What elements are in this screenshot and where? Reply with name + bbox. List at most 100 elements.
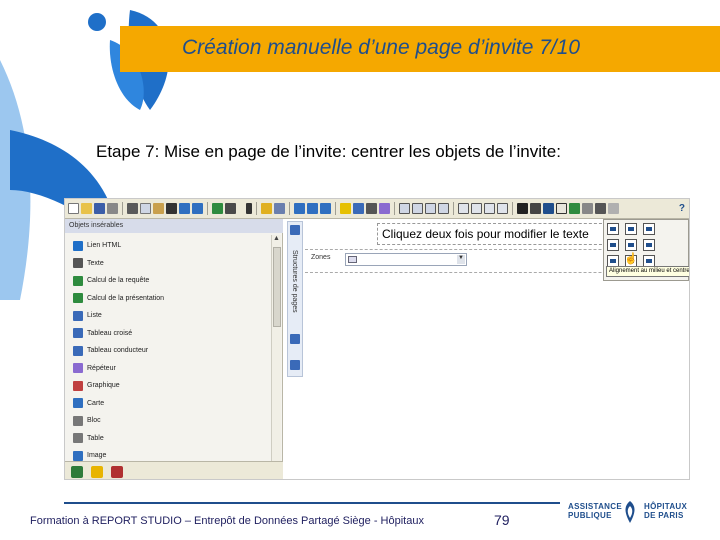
panel-item-label: Lien HTML [87, 242, 122, 250]
panel-item[interactable]: Table [65, 430, 271, 448]
insert-col-icon[interactable] [471, 203, 482, 214]
align-option-icon[interactable] [607, 223, 619, 235]
align-option-icon[interactable] [625, 223, 637, 235]
cut-icon[interactable] [127, 203, 138, 214]
panel-item[interactable]: Tableau conducteur [65, 342, 271, 360]
page-structure-label: Structures de pages [291, 250, 298, 313]
help-icon[interactable]: ? [679, 203, 685, 214]
cursor-icon[interactable] [246, 203, 252, 214]
panel-item[interactable]: Bloc [65, 412, 271, 430]
toolbox-tab-icon[interactable] [91, 465, 103, 478]
panel-item-label: Tableau croisé [87, 329, 133, 337]
scroll-up-icon[interactable]: ▲ [273, 235, 280, 242]
page-number: 79 [494, 512, 510, 528]
driver-table-icon [73, 345, 83, 356]
panel-item[interactable]: Calcul de la présentation [65, 290, 271, 308]
font-icon[interactable] [543, 203, 554, 214]
undo-icon[interactable] [179, 203, 190, 214]
new-icon[interactable] [68, 203, 79, 214]
query-calc-icon [73, 275, 83, 286]
aphp-left-line1: ASSISTANCE [568, 502, 622, 511]
header-icon[interactable] [438, 203, 449, 214]
open-icon[interactable] [81, 203, 92, 214]
aphp-right-text: HÔPITAUX DE PARIS [644, 502, 687, 520]
split-icon[interactable] [497, 203, 508, 214]
arrow-up-icon[interactable] [320, 203, 331, 214]
save-icon[interactable] [94, 203, 105, 214]
pivot-icon[interactable] [425, 203, 436, 214]
repeater-icon [73, 363, 83, 374]
step-description: Etape 7: Mise en page de l’invite: centr… [96, 142, 561, 161]
section-icon[interactable] [412, 203, 423, 214]
sort-icon[interactable] [353, 203, 364, 214]
lock-icon[interactable] [261, 203, 272, 214]
structure-bottom-icon[interactable] [290, 334, 300, 344]
page-structure-strip[interactable]: Structures de pages [287, 221, 303, 377]
arrow-right-icon[interactable] [307, 203, 318, 214]
prompt-label: Zones [311, 254, 331, 261]
toolbar-separator [289, 202, 290, 215]
panel-item[interactable]: Calcul de la requête [65, 272, 271, 290]
toolbar-separator [207, 202, 208, 215]
alignment-popup: ☝ Alignement au milieu et centre [603, 219, 689, 281]
align-option-icon[interactable] [607, 239, 619, 251]
aphp-right-line2: DE PARIS [644, 511, 684, 520]
align-option-icon[interactable] [643, 223, 655, 235]
padding-icon[interactable] [582, 203, 593, 214]
filter-icon[interactable] [340, 203, 351, 214]
toolbar-separator [453, 202, 454, 215]
sum-icon[interactable] [366, 203, 377, 214]
group-icon[interactable] [399, 203, 410, 214]
prompt-control[interactable]: ▼ [345, 253, 467, 266]
map-icon [73, 398, 83, 409]
panel-item-label: Répéteur [87, 364, 116, 372]
panel-item[interactable]: Liste [65, 307, 271, 325]
copy-icon[interactable] [140, 203, 151, 214]
paste-icon[interactable] [153, 203, 164, 214]
structure-top-icon[interactable] [290, 225, 300, 235]
panel-item-label: Liste [87, 312, 102, 320]
panel-item[interactable]: Graphique [65, 377, 271, 395]
calc-icon[interactable] [379, 203, 390, 214]
grid-icon[interactable] [274, 203, 285, 214]
merge-icon[interactable] [484, 203, 495, 214]
structure-extra-icon[interactable] [290, 360, 300, 370]
align-option-icon[interactable] [625, 239, 637, 251]
print-icon[interactable] [107, 203, 118, 214]
panel-item-label: Calcul de la requête [87, 277, 150, 285]
table-icon [73, 433, 83, 444]
bold-icon[interactable] [517, 203, 528, 214]
color-icon[interactable] [569, 203, 580, 214]
panel-item[interactable]: Répéteur [65, 360, 271, 378]
scroll-thumb[interactable] [273, 247, 281, 327]
background-icon[interactable] [608, 203, 619, 214]
align-option-icon[interactable] [643, 239, 655, 251]
source-tab-icon[interactable] [71, 465, 83, 478]
text-icon [73, 258, 83, 269]
panel-scrollbar[interactable]: ▲ ▼ [271, 235, 281, 477]
crosstab-icon [73, 328, 83, 339]
insert-row-icon[interactable] [458, 203, 469, 214]
arrow-left-icon[interactable] [294, 203, 305, 214]
panel-item[interactable]: Lien HTML [65, 237, 271, 255]
view-icon[interactable] [225, 203, 236, 214]
panel-item-label: Image [87, 452, 107, 460]
dropdown-arrow-icon[interactable] [238, 203, 244, 214]
panel-item-label: Carte [87, 399, 105, 407]
delete-icon[interactable] [166, 203, 177, 214]
run-report-icon[interactable] [212, 203, 223, 214]
redo-icon[interactable] [192, 203, 203, 214]
prompt-dropdown-icon[interactable]: ▼ [457, 255, 465, 264]
border-icon[interactable] [595, 203, 606, 214]
aphp-logo: ASSISTANCE PUBLIQUE HÔPITAUX DE PARIS [568, 498, 704, 528]
aphp-left-text: ASSISTANCE PUBLIQUE [568, 502, 622, 520]
panel-item[interactable]: Tableau croisé [65, 325, 271, 343]
footer-text: Formation à REPORT STUDIO – Entrepôt de … [30, 515, 424, 527]
panel-item-label: Bloc [87, 417, 101, 425]
data-items-tab-icon[interactable] [111, 465, 123, 478]
panel-item[interactable]: Carte [65, 395, 271, 413]
editable-text-block[interactable]: Cliquez deux fois pour modifier le texte [377, 223, 607, 245]
italic-icon[interactable] [530, 203, 541, 214]
align-icon[interactable] [556, 203, 567, 214]
panel-item[interactable]: Texte [65, 255, 271, 273]
